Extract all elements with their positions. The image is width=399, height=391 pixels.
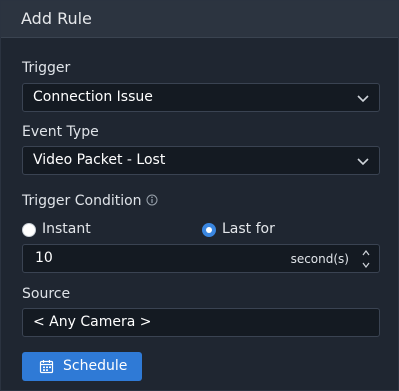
dialog-header: Add Rule	[1, 1, 398, 38]
info-icon[interactable]	[146, 194, 158, 206]
duration-stepper[interactable]: 10 second(s)	[22, 244, 380, 273]
chevron-down-icon	[357, 158, 369, 166]
schedule-button-label: Schedule	[63, 358, 128, 374]
source-label: Source	[22, 286, 71, 302]
dialog-title: Add Rule	[21, 9, 92, 28]
event-type-select-value: Video Packet - Lost	[33, 152, 166, 168]
instant-radio-label[interactable]: Instant	[42, 221, 91, 237]
instant-radio[interactable]	[22, 223, 36, 237]
chevron-down-icon	[357, 95, 369, 103]
trigger-label: Trigger	[22, 60, 71, 76]
trigger-select-value: Connection Issue	[33, 89, 153, 105]
source-field[interactable]: < Any Camera >	[22, 308, 380, 337]
increment-icon[interactable]	[361, 249, 371, 257]
schedule-button[interactable]: Schedule	[22, 352, 142, 381]
event-type-label: Event Type	[22, 124, 99, 140]
duration-unit: second(s)	[290, 252, 349, 266]
event-type-select[interactable]: Video Packet - Lost	[22, 146, 380, 175]
calendar-icon	[39, 360, 54, 374]
source-field-value: < Any Camera >	[33, 314, 152, 330]
last-for-radio[interactable]	[202, 223, 216, 237]
trigger-select[interactable]: Connection Issue	[22, 83, 380, 112]
last-for-radio-label[interactable]: Last for	[222, 221, 275, 237]
duration-value[interactable]: 10	[35, 250, 53, 266]
decrement-icon[interactable]	[361, 261, 371, 269]
trigger-condition-label: Trigger Condition	[22, 193, 142, 209]
add-rule-dialog: Add Rule Trigger Connection Issue Event …	[0, 0, 399, 391]
